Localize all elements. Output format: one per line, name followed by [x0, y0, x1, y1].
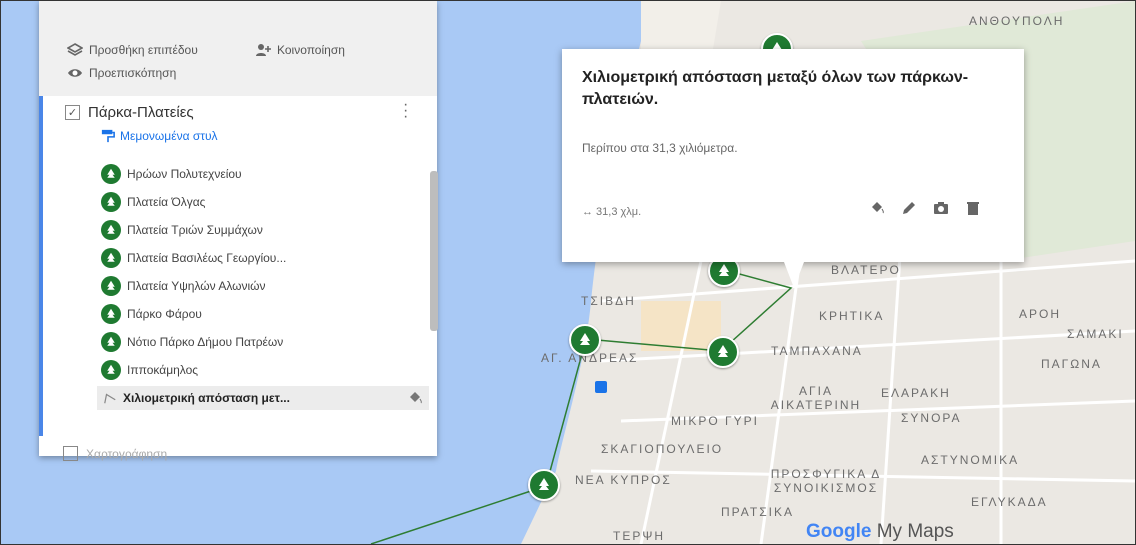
- map-label: ΚΡΗΤΙΚΑ: [819, 309, 885, 323]
- map-label: ΤΣΙΒΔΗ: [581, 294, 636, 308]
- list-item-label: Πλατεία Όλγας: [127, 195, 206, 209]
- base-map-label: Χαρτογράφηση: [86, 446, 168, 461]
- tree-icon: [101, 220, 121, 240]
- panel-toolbar: Προσθήκη επιπέδου Κοινοποίηση Προεπισκόπ…: [39, 1, 437, 96]
- map-label: ΑΓΙΑ ΑΙΚΑΤΕΡΙΝΗ: [770, 384, 862, 412]
- layer-title: Πάρκα-Πλατείες: [88, 104, 194, 121]
- tree-icon: [539, 478, 549, 490]
- tree-icon: [101, 192, 121, 212]
- edit-pencil-icon[interactable]: [900, 199, 918, 217]
- list-item-label: Χιλιομετρική απόσταση μετ...: [123, 391, 290, 405]
- tree-icon: [718, 345, 728, 357]
- layers-icon: [67, 43, 83, 56]
- map-label: ΣΚΑΓΙΟΠΟΥΛΕΙΟ: [601, 442, 724, 456]
- preview-button[interactable]: Προεπισκόπηση: [67, 65, 176, 81]
- scrollbar[interactable]: [430, 171, 438, 331]
- layer-checkbox[interactable]: ✓: [65, 105, 80, 120]
- map-label: ΤΕΡΨΗ: [613, 529, 666, 543]
- layer-header: ✓ Πάρκα-Πλατείες: [65, 104, 194, 121]
- tree-icon: [101, 164, 121, 184]
- add-person-icon: [256, 44, 271, 56]
- park-pin[interactable]: [707, 336, 739, 368]
- share-button[interactable]: Κοινοποίηση: [255, 42, 345, 58]
- map-label: ΜΙΚΡΟ ΓΥΡΙ: [671, 414, 759, 428]
- map-label: ΠΡΑΤΣΙΚΑ: [721, 505, 794, 519]
- map-label: ΠΡΟΣΦΥΓΙΚΑ Δ ΣΥΝΟΙΚΙΣΜΟΣ: [770, 467, 882, 495]
- list-item[interactable]: Πλατεία Όλγας: [101, 192, 205, 212]
- list-item[interactable]: Πλατεία Βασιλέως Γεωργίου...: [101, 248, 286, 268]
- eye-icon: [68, 69, 82, 77]
- tree-icon: [101, 360, 121, 380]
- list-item-label: Πάρκο Φάρου: [127, 307, 202, 321]
- popup-description: Περίπου στα 31,3 χιλιόμετρα.: [582, 141, 738, 155]
- tree-icon: [101, 276, 121, 296]
- trash-icon[interactable]: [964, 199, 982, 217]
- add-layer-button[interactable]: Προσθήκη επιπέδου: [67, 42, 198, 58]
- map-label: ΣΑΜΑΚΙ: [1067, 327, 1124, 341]
- tree-icon: [101, 248, 121, 268]
- map-label: ΒΛΑΤΕΡΟ: [831, 263, 901, 277]
- share-label: Κοινοποίηση: [277, 43, 345, 57]
- selected-list-item[interactable]: Χιλιομετρική απόσταση μετ...: [97, 386, 429, 410]
- list-item-label: Ηρώων Πολυτεχνείου: [127, 167, 242, 181]
- tree-icon: [719, 264, 729, 276]
- map-label: ΕΓΛΥΚΑΔΑ: [971, 495, 1048, 509]
- list-item-label: Νότιο Πάρκο Δήμου Πατρέων: [127, 335, 284, 349]
- add-layer-label: Προσθήκη επιπέδου: [89, 43, 198, 57]
- bus-stop-icon: [595, 381, 607, 393]
- popup-actions: [868, 199, 982, 217]
- camera-icon[interactable]: [932, 199, 950, 217]
- tree-icon: [101, 332, 121, 352]
- paint-bucket-icon[interactable]: [407, 390, 423, 406]
- google-my-maps-logo: Google My Maps: [806, 521, 954, 543]
- line-measure-icon: [104, 393, 116, 404]
- my-maps-wordmark: My Maps: [871, 521, 954, 542]
- list-item[interactable]: Πάρκο Φάρου: [101, 304, 202, 324]
- map-label: ΑΝΘΟΥΠΟΛΗ: [969, 14, 1065, 28]
- list-item-label: Ιπποκάμηλος: [127, 363, 199, 377]
- map-label: ΑΣΤΥΝΟΜΙΚΑ: [921, 453, 1020, 467]
- base-map-row[interactable]: Χαρτογράφηση: [63, 446, 167, 461]
- google-wordmark: Google: [806, 521, 872, 542]
- map-label: ΤΑΜΠΑΧΑΝΑ: [771, 344, 863, 358]
- list-item[interactable]: Ιπποκάμηλος: [101, 360, 198, 380]
- list-item-label: Πλατεία Τριών Συμμάχων: [127, 223, 263, 237]
- park-pin[interactable]: [528, 469, 560, 501]
- distance-measure: ↔ 31,3 χλμ.: [582, 206, 642, 218]
- list-item-label: Πλατεία Βασιλέως Γεωργίου...: [127, 251, 287, 265]
- map-label: ΑΡΟΗ: [1019, 307, 1062, 321]
- list-item[interactable]: Ηρώων Πολυτεχνείου: [101, 164, 242, 184]
- list-item[interactable]: Πλατεία Τριών Συμμάχων: [101, 220, 263, 240]
- preview-label: Προεπισκόπηση: [89, 66, 177, 80]
- tree-icon: [101, 304, 121, 324]
- list-item-label: Πλατεία Υψηλών Αλωνιών: [127, 279, 266, 293]
- layer-section: ✓ Πάρκα-Πλατείες · · · Μεμονωμένα στυλ Ηρώ…: [39, 96, 438, 436]
- list-item[interactable]: Πλατεία Υψηλών Αλωνιών: [101, 276, 266, 296]
- layer-options-icon[interactable]: · · ·: [403, 97, 408, 125]
- tree-icon: [580, 333, 590, 345]
- map-label: ΠΑΓΩΝΑ: [1041, 357, 1102, 371]
- map-label: ΣΥΝΟΡΑ: [901, 411, 962, 425]
- park-pin[interactable]: [569, 324, 601, 356]
- base-map-checkbox[interactable]: [63, 446, 78, 461]
- list-item[interactable]: Νότιο Πάρκο Δήμου Πατρέων: [101, 332, 283, 352]
- layers-panel: Προσθήκη επιπέδου Κοινοποίηση Προεπισκόπ…: [39, 1, 438, 461]
- paint-bucket-icon[interactable]: [868, 199, 886, 217]
- map-label: ΝΕΑ ΚΥΠΡΟΣ: [575, 473, 672, 487]
- popup-title: Χιλιομετρική απόσταση μεταξύ όλων των πά…: [582, 69, 969, 108]
- paint-roller-icon: [101, 129, 115, 143]
- map-label: ΕΛΑΡΑΚΗ: [881, 386, 951, 400]
- info-popup: Χιλιομετρική απόσταση μεταξύ όλων των πά…: [562, 49, 1024, 288]
- styles-link-label: Μεμονωμένα στυλ: [120, 129, 218, 143]
- map-window: ΑΝΘΟΥΠΟΛΗ ΒΛΑΤΕΡΟ ΤΣΙΒΔΗ ΚΡΗΤΙΚΑ ΑΡΟΗ ΣΑ…: [0, 0, 1136, 545]
- individual-styles-link[interactable]: Μεμονωμένα στυλ: [101, 129, 218, 143]
